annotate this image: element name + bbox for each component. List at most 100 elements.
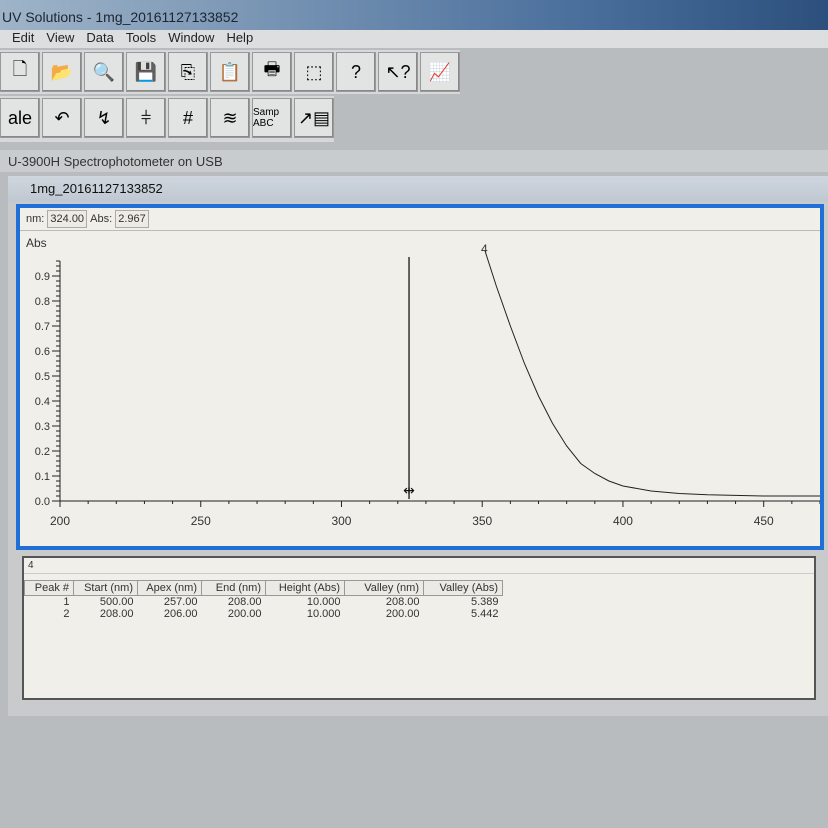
column-header[interactable]: Peak # <box>24 580 74 596</box>
y-tick-label: 0.7 <box>35 321 50 333</box>
table-cell: 5.389 <box>470 596 499 608</box>
data-transfer-button[interactable]: ↗▤ <box>294 98 334 138</box>
y-tick-label: 0.6 <box>35 346 50 358</box>
column-header[interactable]: Valley (Abs) <box>423 580 503 596</box>
x-tick-label: 300 <box>331 514 351 528</box>
table-cell: 1 <box>63 596 70 608</box>
table-cell: 208.00 <box>385 596 420 608</box>
y-tick-label: 0.8 <box>35 296 50 308</box>
save-icon: 💾 <box>134 61 158 82</box>
column-header[interactable]: Valley (nm) <box>344 580 424 596</box>
instrument-button[interactable]: ⬚ <box>294 52 334 92</box>
paste-icon: 📋 <box>218 61 242 82</box>
table-cell: 208.00 <box>99 608 134 620</box>
title-bar: UV Solutions - 1mg_20161127133852 <box>0 0 828 30</box>
table-row[interactable]: 1 500.00 257.00 208.00 10.000 208.00 5.389 <box>25 596 503 608</box>
menu-help[interactable]: Help <box>226 30 253 45</box>
y-tick-label: 0.9 <box>35 271 50 283</box>
y-tick-label: 0.0 <box>35 496 50 508</box>
new-button[interactable]: 🗋 <box>0 52 40 92</box>
overlay-button[interactable]: ≋ <box>210 98 250 138</box>
x-tick-label: 350 <box>472 514 492 528</box>
spectrum-window-button[interactable]: 📈 <box>420 52 460 92</box>
y-tick-label: 0.3 <box>35 421 50 433</box>
graph-toolbar: ale ↶ ↯ ⫩ # ≋ Samp ABC ↗▤ <box>0 96 334 142</box>
table-row[interactable]: 2 208.00 206.00 200.00 10.000 200.00 5.442 <box>25 608 503 620</box>
nm-value: 324.00 <box>47 210 88 228</box>
x-tick-label: 200 <box>50 514 70 528</box>
undo-zoom-icon: ↶ <box>54 107 70 128</box>
peak-table-pane: 4 Peak # Start (nm) Apex (nm) End (nm) Heigh… <box>22 556 816 700</box>
abs-label: Abs: <box>90 213 113 225</box>
menu-edit[interactable]: Edit <box>12 30 34 45</box>
context-help-button[interactable]: ↖? <box>378 52 418 92</box>
y-tick-label: 0.4 <box>35 396 50 408</box>
table-cell: 200.00 <box>227 608 262 620</box>
table-cell: 206.00 <box>163 608 198 620</box>
peak-label: 4 <box>481 242 488 256</box>
column-header[interactable]: Start (nm) <box>73 580 138 596</box>
spectrum-window-icon: 📈 <box>428 61 452 82</box>
y-axis-label: Abs <box>26 236 47 250</box>
peak-table: Peak # Start (nm) Apex (nm) End (nm) Height … <box>24 580 503 620</box>
sample-label-button[interactable]: Samp ABC <box>252 98 292 138</box>
x-tick-label: 450 <box>754 514 774 528</box>
trace-icon: ↯ <box>96 107 112 128</box>
column-header[interactable]: Height (Abs) <box>265 580 345 596</box>
grid-button[interactable]: # <box>168 98 208 138</box>
scale-button[interactable]: ale <box>0 98 40 138</box>
document-window: 1mg_20161127133852 nm: 324.00 Abs: 2.967… <box>8 176 828 716</box>
search-file-button[interactable]: 🔍 <box>84 52 124 92</box>
undo-zoom-button[interactable]: ↶ <box>42 98 82 138</box>
abs-value: 2.967 <box>115 210 149 228</box>
spectrum-line <box>484 250 820 497</box>
menu-data[interactable]: Data <box>86 30 113 45</box>
save-button[interactable]: 💾 <box>126 52 166 92</box>
table-cell: 10.000 <box>306 608 341 620</box>
overlay-icon: ≋ <box>222 107 238 128</box>
column-header[interactable]: End (nm) <box>201 580 266 596</box>
peak-table-title: 4 <box>24 558 814 574</box>
paste-button[interactable]: 📋 <box>210 52 250 92</box>
x-tick-label: 250 <box>191 514 211 528</box>
search-file-icon: 🔍 <box>92 61 116 82</box>
copy-button[interactable]: ⎘ <box>168 52 208 92</box>
trace-button[interactable]: ↯ <box>84 98 124 138</box>
sample-label-icon: Samp ABC <box>253 107 280 129</box>
y-tick-label: 0.5 <box>35 371 50 383</box>
column-header[interactable]: Apex (nm) <box>137 580 202 596</box>
main-toolbar: 🗋 📂 🔍 💾 ⎘ 📋 🖶 ⬚? ↖? 📈 <box>0 50 460 94</box>
spectrum-chart[interactable]: Abs 0.0 0.1 0.2 0.3 0.4 0.5 0.6 0.7 0.8 0.9 200 250 3… <box>20 231 821 543</box>
cursor-readout: nm: 324.00 Abs: 2.967 <box>20 208 820 231</box>
table-cell: 257.00 <box>163 596 198 608</box>
y-tick-label: 0.2 <box>35 446 50 458</box>
cursor-drag-handle-icon[interactable]: ⇹ <box>403 482 415 498</box>
menu-window[interactable]: Window <box>168 30 214 45</box>
menu-view[interactable]: View <box>46 30 74 45</box>
y-tick-label: 0.1 <box>35 471 50 483</box>
document-title: 1mg_20161127133852 <box>8 176 828 202</box>
instrument-icon: ⬚ <box>305 61 323 82</box>
help-button[interactable]: ? <box>336 52 376 92</box>
table-cell: 10.000 <box>306 596 341 608</box>
print-icon: 🖶 <box>263 59 281 79</box>
cursor-icon: ⫩ <box>140 107 152 128</box>
menu-bar: Edit View Data Tools Window Help <box>0 30 828 48</box>
data-transfer-icon: ↗▤ <box>297 107 331 128</box>
grid-icon: # <box>182 107 193 128</box>
spectrum-chart-pane[interactable]: nm: 324.00 Abs: 2.967 Abs 0.0 0.1 0.2 0.3 0.4… <box>16 204 824 550</box>
nm-label: nm: <box>26 213 45 225</box>
menu-tools[interactable]: Tools <box>126 30 156 45</box>
cursor-button[interactable]: ⫩ <box>126 98 166 138</box>
copy-icon: ⎘ <box>180 61 196 82</box>
table-cell: 2 <box>63 608 70 620</box>
help-icon: ? <box>350 61 361 82</box>
table-cell: 5.442 <box>470 608 499 620</box>
open-folder-button[interactable]: 📂 <box>42 52 82 92</box>
new-icon: 🗋 <box>12 59 28 79</box>
table-cell: 200.00 <box>385 608 420 620</box>
table-cell: 208.00 <box>227 596 262 608</box>
print-button[interactable]: 🖶 <box>252 52 292 92</box>
table-cell: 500.00 <box>99 596 134 608</box>
open-folder-icon: 📂 <box>50 61 74 82</box>
